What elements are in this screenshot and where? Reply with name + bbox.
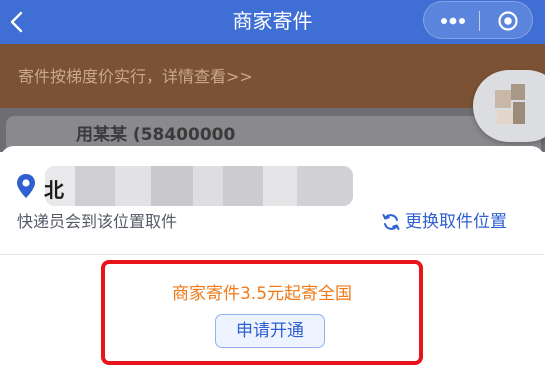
pickup-hint: 快递员会到该位置取件 bbox=[17, 212, 178, 231]
sender-info-text: 用某某 (58400000 bbox=[76, 125, 236, 142]
avatar[interactable] bbox=[473, 70, 545, 142]
apply-open-button[interactable]: 申请开通 bbox=[215, 314, 325, 348]
banner-text: 寄件按梯度价实行，详情查看>> bbox=[18, 67, 253, 86]
nav-header: 商家寄件 bbox=[0, 0, 545, 44]
address-leading-char: 北 bbox=[44, 178, 64, 202]
change-pickup-location-button[interactable]: 更换取件位置 bbox=[381, 210, 507, 234]
merchant-promo-highlight: 商家寄件3.5元起寄全国 申请开通 bbox=[101, 260, 423, 365]
location-pin-icon bbox=[17, 174, 35, 198]
divider bbox=[0, 254, 545, 255]
notice-banner[interactable]: 寄件按梯度价实行，详情查看>> bbox=[0, 44, 545, 108]
address-mosaic[interactable] bbox=[45, 166, 353, 206]
refresh-icon bbox=[382, 214, 400, 230]
mini-program-capsule bbox=[423, 1, 533, 39]
more-dots-icon[interactable] bbox=[438, 12, 468, 30]
change-location-label: 更换取件位置 bbox=[405, 212, 507, 232]
capsule-divider bbox=[479, 11, 480, 31]
promo-text: 商家寄件3.5元起寄全国 bbox=[171, 284, 353, 304]
target-circle-icon[interactable] bbox=[497, 10, 519, 32]
